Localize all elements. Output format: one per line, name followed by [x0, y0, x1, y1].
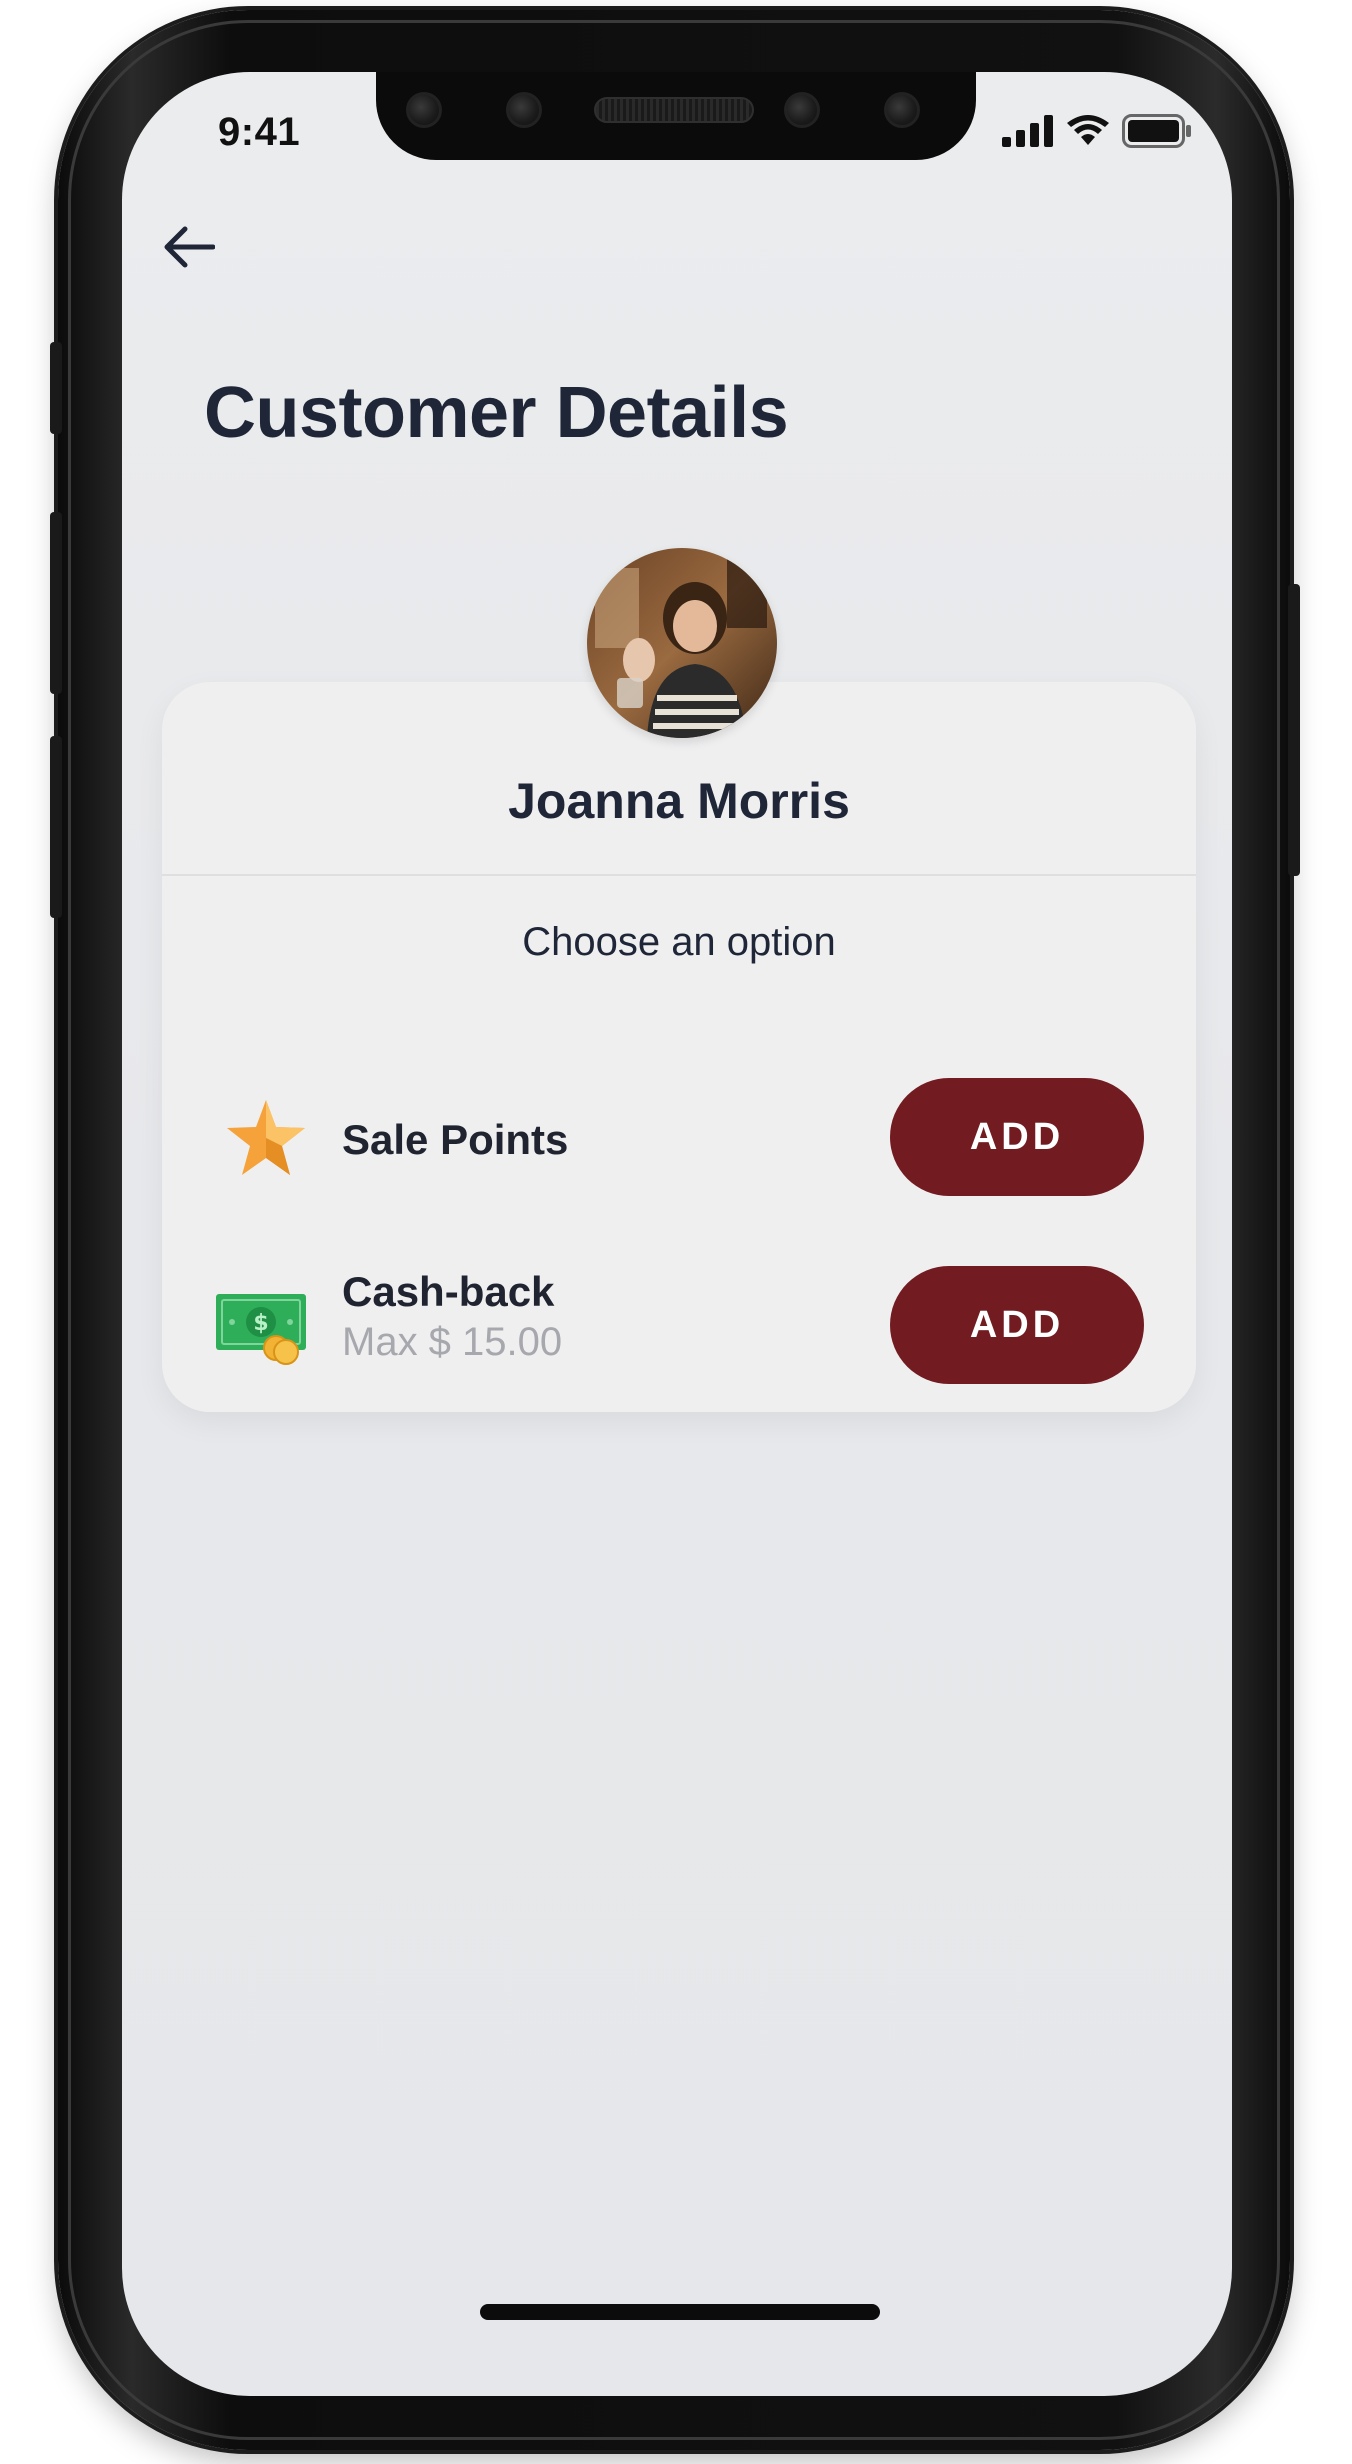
- option-row-cash-back: $ Cash-back Max $ 15.00 ADD: [162, 1266, 1196, 1386]
- avatar: [587, 548, 777, 738]
- camera-icon: [406, 92, 442, 128]
- svg-text:$: $: [253, 1311, 268, 1336]
- sensor-icon: [884, 92, 920, 128]
- add-sale-points-button[interactable]: ADD: [890, 1078, 1144, 1196]
- wifi-icon: [1066, 115, 1110, 152]
- page-title: Customer Details: [204, 373, 789, 453]
- arrow-left-icon: [164, 226, 215, 268]
- status-icons: [1002, 114, 1192, 153]
- speaker-grille: [594, 97, 754, 123]
- mute-switch: [50, 342, 62, 434]
- power-button: [1288, 584, 1300, 876]
- notch: [376, 72, 976, 160]
- customer-card: Joanna Morris Choose an option Sale Poin…: [162, 682, 1196, 1412]
- add-cash-back-button[interactable]: ADD: [890, 1266, 1144, 1384]
- phone-screen: 9:41 Customer Details Joanna Morris Choo…: [122, 72, 1232, 2396]
- cash-icon: $: [212, 1278, 312, 1374]
- status-time: 9:41: [218, 110, 301, 154]
- choose-option-label: Choose an option: [522, 920, 836, 964]
- option-row-sale-points: Sale Points ADD: [162, 1078, 1196, 1198]
- volume-up-button: [50, 512, 62, 694]
- back-button[interactable]: [154, 212, 224, 282]
- star-icon: [218, 1090, 314, 1186]
- divider: [162, 874, 1196, 876]
- cash-back-max-label: Max $ 15.00: [342, 1320, 563, 1364]
- cellular-signal-icon: [1002, 115, 1054, 152]
- sensor-icon: [506, 92, 542, 128]
- volume-down-button: [50, 736, 62, 918]
- customer-name: Joanna Morris: [508, 773, 850, 829]
- option-label: Sale Points: [342, 1116, 569, 1163]
- camera-icon: [784, 92, 820, 128]
- battery-icon: [1122, 114, 1192, 153]
- home-indicator[interactable]: [480, 2304, 880, 2320]
- option-label: Cash-back: [342, 1268, 555, 1315]
